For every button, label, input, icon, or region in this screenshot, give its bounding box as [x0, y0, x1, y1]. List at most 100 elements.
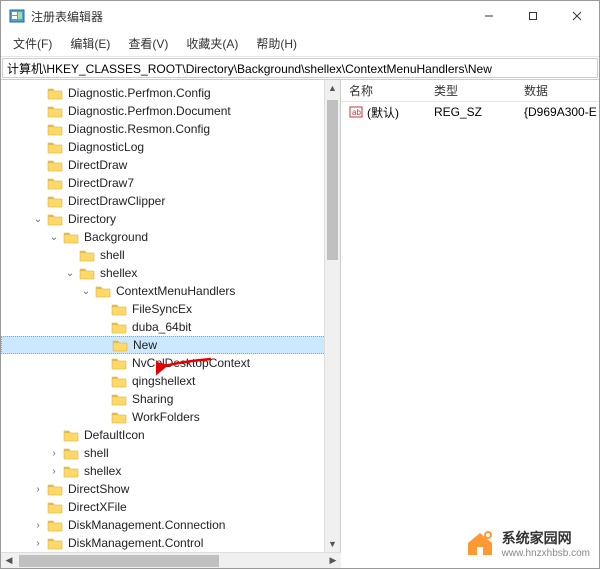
column-header-name[interactable]: 名称	[341, 82, 426, 99]
minimize-button[interactable]	[467, 1, 511, 31]
tree-item[interactable]: DirectDraw7	[1, 174, 340, 192]
tree-pane[interactable]: Diagnostic.Perfmon.Config Diagnostic.Perf…	[1, 80, 341, 552]
column-header-data[interactable]: 数据	[516, 82, 599, 99]
address-input[interactable]	[2, 58, 598, 78]
expander-icon[interactable]	[31, 86, 45, 100]
tree-item[interactable]: Diagnostic.Perfmon.Document	[1, 102, 340, 120]
expander-icon[interactable]: ›	[31, 536, 45, 550]
tree-label: DefaultIcon	[83, 428, 146, 442]
menu-view[interactable]: 查看(V)	[120, 33, 176, 54]
tree-item[interactable]: qingshellext	[1, 372, 340, 390]
scroll-left-arrow-icon[interactable]: ◀	[1, 553, 17, 569]
folder-icon	[47, 86, 63, 100]
folder-icon	[111, 320, 127, 334]
expander-icon[interactable]	[95, 392, 109, 406]
expander-icon[interactable]: ›	[47, 446, 61, 460]
folder-icon	[111, 392, 127, 406]
expander-icon[interactable]: ⌄	[47, 230, 61, 244]
expander-icon[interactable]	[31, 194, 45, 208]
expander-icon[interactable]: ⌄	[63, 266, 77, 280]
tree-label: Directory	[67, 212, 117, 226]
tree-label: New	[132, 338, 158, 352]
expander-icon[interactable]: ›	[31, 518, 45, 532]
list-row[interactable]: ab (默认) REG_SZ {D969A300-E	[341, 102, 599, 122]
expander-icon[interactable]	[31, 158, 45, 172]
tree-item[interactable]: ›shell	[1, 444, 340, 462]
tree-item[interactable]: New	[1, 336, 340, 354]
list-pane[interactable]: 名称 类型 数据 ab (默认) REG_SZ {D969A300-E	[341, 80, 599, 552]
tree-item[interactable]: ›DiskManagement.Connection	[1, 516, 340, 534]
address-bar	[1, 57, 599, 80]
tree-item[interactable]: duba_64bit	[1, 318, 340, 336]
menu-favorites[interactable]: 收藏夹(A)	[178, 33, 246, 54]
maximize-button[interactable]	[511, 1, 555, 31]
scroll-up-arrow-icon[interactable]: ▲	[325, 80, 340, 96]
expander-icon[interactable]	[95, 302, 109, 316]
expander-icon[interactable]: ›	[47, 464, 61, 478]
tree-item[interactable]: NvCplDesktopContext	[1, 354, 340, 372]
tree-item[interactable]: shell	[1, 246, 340, 264]
expander-icon[interactable]	[31, 122, 45, 136]
folder-icon	[112, 338, 128, 352]
expander-icon[interactable]	[95, 356, 109, 370]
tree-label: DirectShow	[67, 482, 130, 496]
folder-icon	[47, 176, 63, 190]
expander-icon[interactable]	[47, 428, 61, 442]
tree-item[interactable]: DirectDrawClipper	[1, 192, 340, 210]
menu-help[interactable]: 帮助(H)	[248, 33, 305, 54]
expander-icon[interactable]: ⌄	[79, 284, 93, 298]
menu-file[interactable]: 文件(F)	[5, 33, 60, 54]
expander-icon[interactable]: ⌄	[31, 212, 45, 226]
expander-icon[interactable]	[31, 500, 45, 514]
app-icon	[9, 8, 25, 24]
tree-label: Diagnostic.Perfmon.Document	[67, 104, 232, 118]
tree-label: shell	[99, 248, 126, 262]
expander-icon[interactable]	[63, 248, 77, 262]
value-data: {D969A300-E	[516, 105, 599, 119]
tree-item[interactable]: ⌄ContextMenuHandlers	[1, 282, 340, 300]
titlebar: 注册表编辑器	[1, 1, 599, 31]
folder-icon	[63, 428, 79, 442]
expander-icon[interactable]	[95, 320, 109, 334]
tree-item[interactable]: DiagnosticLog	[1, 138, 340, 156]
tree-scrollbar-horizontal[interactable]: ◀ ▶	[1, 552, 341, 568]
tree-label: qingshellext	[131, 374, 196, 388]
scroll-thumb[interactable]	[327, 100, 338, 260]
tree-item[interactable]: Diagnostic.Resmon.Config	[1, 120, 340, 138]
expander-icon[interactable]	[95, 410, 109, 424]
tree-item[interactable]: ⌄Background	[1, 228, 340, 246]
scroll-thumb-h[interactable]	[19, 555, 219, 567]
scroll-right-arrow-icon[interactable]: ▶	[325, 553, 341, 569]
close-button[interactable]	[555, 1, 599, 31]
tree-label: DirectDraw7	[67, 176, 135, 190]
expander-icon[interactable]: ›	[31, 482, 45, 496]
tree-item[interactable]: ⌄ Directory	[1, 210, 340, 228]
expander-icon[interactable]	[31, 140, 45, 154]
value-name-cell: ab (默认)	[341, 104, 426, 121]
window-title: 注册表编辑器	[31, 8, 103, 25]
scroll-down-arrow-icon[interactable]: ▼	[325, 536, 340, 552]
folder-icon	[111, 410, 127, 424]
expander-icon[interactable]	[31, 176, 45, 190]
tree-item[interactable]: DefaultIcon	[1, 426, 340, 444]
tree-item[interactable]: ›shellex	[1, 462, 340, 480]
tree-item[interactable]: Sharing	[1, 390, 340, 408]
tree-item[interactable]: › DirectShow	[1, 480, 340, 498]
tree-scrollbar-vertical[interactable]: ▲ ▼	[324, 80, 340, 552]
tree-item[interactable]: Diagnostic.Perfmon.Config	[1, 84, 340, 102]
expander-icon[interactable]	[95, 374, 109, 388]
string-value-icon: ab	[349, 105, 363, 119]
tree-label: DiagnosticLog	[67, 140, 145, 154]
menu-edit[interactable]: 编辑(E)	[62, 33, 118, 54]
column-header-type[interactable]: 类型	[426, 82, 516, 99]
tree-item[interactable]: FileSyncEx	[1, 300, 340, 318]
expander-icon[interactable]	[96, 338, 110, 352]
tree-item[interactable]: ›DiskManagement.Control	[1, 534, 340, 552]
tree-item[interactable]: DirectDraw	[1, 156, 340, 174]
tree-item[interactable]: DirectXFile	[1, 498, 340, 516]
expander-icon[interactable]	[31, 104, 45, 118]
tree-label: NvCplDesktopContext	[131, 356, 251, 370]
value-type: REG_SZ	[426, 105, 516, 119]
tree-item[interactable]: ⌄shellex	[1, 264, 340, 282]
tree-item[interactable]: WorkFolders	[1, 408, 340, 426]
